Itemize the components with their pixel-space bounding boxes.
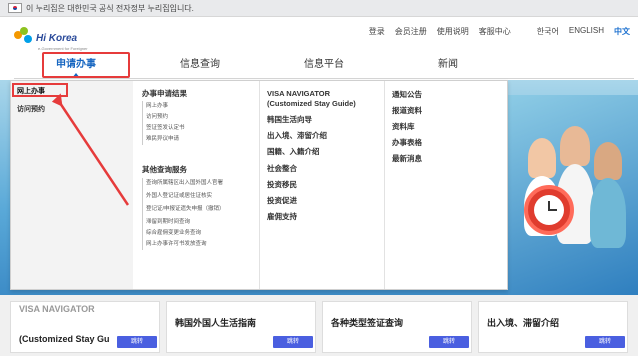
gov-banner-text: 이 누리집은 대한민국 공식 전자정부 누리집입니다.: [26, 3, 194, 13]
card-title: 出入境、滞留介绍: [487, 318, 560, 328]
quick-link-cards: VISA NAVIGATOR (Customized Stay Gu 跳转 韩国…: [0, 295, 638, 356]
nav-info-platform[interactable]: 信息平台: [262, 51, 386, 78]
news-item[interactable]: 资料库: [392, 121, 415, 132]
platform-item[interactable]: 投资移民: [267, 179, 297, 190]
nav-info-query[interactable]: 信息查询: [138, 51, 262, 78]
menu-column-platform: VISA NAVIGATOR (Customized Stay Guide) 韩…: [261, 81, 385, 289]
platform-item-visa-navigator[interactable]: VISA NAVIGATOR: [267, 89, 330, 98]
platform-item[interactable]: 雇佣支持: [267, 211, 297, 222]
card-visa-navigator[interactable]: VISA NAVIGATOR (Customized Stay Gu 跳转: [10, 301, 160, 353]
news-item[interactable]: 最新消息: [392, 153, 422, 164]
korea-flag-icon: [8, 3, 22, 13]
hikorea-logo[interactable]: Hi Korea e-Government for Foreigner: [14, 27, 88, 51]
other-service-item[interactable]: 外国人登记证或居住证核实: [146, 191, 254, 202]
card-title: 各种类型签证查询: [331, 318, 404, 328]
menu-column-results: 办事申请结果 网上办事 访问预约 签证签发认定书 难民异议申请 其他查询服务 查…: [136, 81, 260, 289]
lang-english[interactable]: ENGLISH: [569, 26, 604, 37]
go-button[interactable]: 跳转: [117, 336, 157, 348]
card-immigration[interactable]: 出入境、滞留介绍 跳转: [478, 301, 628, 353]
go-button[interactable]: 跳转: [429, 336, 469, 348]
lang-korean[interactable]: 한국어: [537, 26, 559, 37]
hero-people-image: [520, 108, 630, 258]
go-button[interactable]: 跳转: [273, 336, 313, 348]
gov-banner: 이 누리집은 대한민국 공식 전자정부 누리집입니다.: [0, 0, 638, 17]
logo-mark-icon: [14, 27, 34, 49]
card-title: 韩国外国人生活指南: [175, 318, 257, 328]
register-link[interactable]: 会员注册: [395, 26, 427, 37]
login-link[interactable]: 登录: [369, 26, 385, 37]
other-service-item[interactable]: 查询所属辖区出入国外国人官署: [146, 178, 254, 189]
platform-item-visa-navigator-sub[interactable]: (Customized Stay Guide): [267, 99, 356, 108]
platform-item[interactable]: 韩国生活向导: [267, 114, 312, 125]
card-life-guide[interactable]: 韩国外国人生活指南 跳转: [166, 301, 316, 353]
other-service-item[interactable]: 滞留到期时间查询: [146, 217, 254, 228]
platform-item[interactable]: 社会整合: [267, 163, 297, 174]
guide-link[interactable]: 使用说明: [437, 26, 469, 37]
other-service-item[interactable]: 网上办事许可书发放查询: [146, 239, 254, 250]
news-item[interactable]: 报道资料: [392, 105, 422, 116]
go-button[interactable]: 跳转: [585, 336, 625, 348]
mega-menu: 网上办事 访问预约 办事申请结果 网上办事 访问预约 签证签发认定书 难民异议申…: [10, 80, 508, 290]
group-title-other: 其他查询服务: [142, 165, 187, 174]
header: Hi Korea e-Government for Foreigner 登录 会…: [0, 17, 638, 51]
platform-item[interactable]: 投资促进: [267, 195, 297, 206]
group-title-results: 办事申请结果: [142, 89, 187, 98]
platform-item[interactable]: 出入境、滞留介绍: [267, 130, 327, 141]
other-service-item[interactable]: 综合雇佣变更业务查询: [146, 228, 254, 239]
utility-links: 登录 会员注册 使用说明 客服中心 한국어 ENGLISH 中文: [369, 26, 630, 37]
menu-side-column: 网上办事 访问预约: [11, 81, 133, 289]
results-item[interactable]: 网上办事: [146, 101, 254, 112]
side-item-online-service[interactable]: 网上办事: [17, 86, 45, 96]
results-item[interactable]: 访问预约: [146, 112, 254, 123]
nav-news[interactable]: 新闻: [386, 51, 510, 78]
platform-item[interactable]: 国籍、入籍介绍: [267, 146, 320, 157]
results-item[interactable]: 难民异议申请: [146, 134, 254, 145]
news-item[interactable]: 办事表格: [392, 137, 422, 148]
support-link[interactable]: 客服中心: [479, 26, 511, 37]
alarm-clock-image: [524, 185, 574, 235]
card-subtitle: (Customized Stay Gu: [19, 334, 110, 344]
nav-apply-highlight-box: [42, 52, 130, 78]
menu-column-news: 通知公告 报道资料 资料库 办事表格 最新消息: [386, 81, 506, 289]
results-item[interactable]: 签证签发认定书: [146, 123, 254, 134]
results-list: 网上办事 访问预约 签证签发认定书 难民异议申请: [142, 101, 254, 145]
card-title: VISA NAVIGATOR: [19, 304, 95, 314]
other-services-list: 查询所属辖区出入国外国人官署 外国人登记证或居住证核实 登记证/申报证遗失申报（…: [142, 178, 254, 250]
logo-brand: Hi Korea: [36, 32, 78, 44]
other-service-item[interactable]: 登记证/申报证遗失申报（撤销）: [146, 204, 254, 215]
card-visa-query[interactable]: 各种类型签证查询 跳转: [322, 301, 472, 353]
news-item[interactable]: 通知公告: [392, 89, 422, 100]
side-item-visit-reservation[interactable]: 访问预约: [17, 104, 45, 114]
lang-chinese[interactable]: 中文: [614, 26, 630, 37]
